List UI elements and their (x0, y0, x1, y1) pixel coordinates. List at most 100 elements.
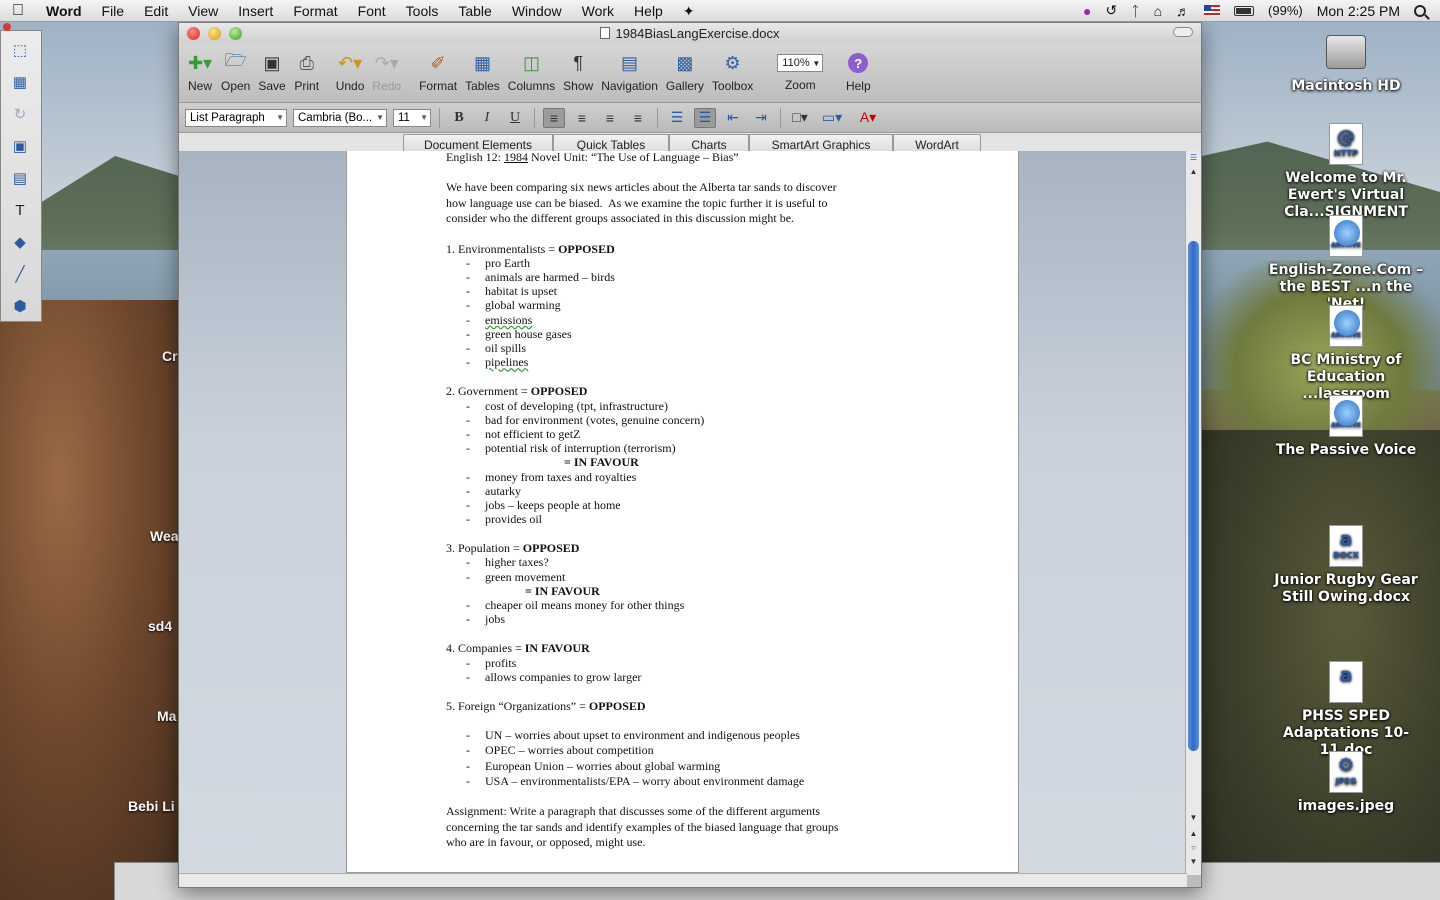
wifi-icon[interactable]: ⌂ (1154, 3, 1162, 19)
list-item: - UN – worries about upset to environment… (466, 728, 800, 743)
align-right-icon[interactable]: ≡ (599, 108, 621, 128)
desktop-icon-passive-voice[interactable]: ARCHIVE The Passive Voice (1256, 394, 1436, 459)
window-close-button[interactable] (187, 26, 200, 40)
navigation-button[interactable]: ▤ Navigation (601, 49, 658, 94)
select-objects-icon[interactable]: ⬚ (7, 37, 33, 63)
undo-button[interactable]: ↶▾ Undo (336, 49, 365, 94)
word-document-window: 1984BiasLangExercise.docx ✚▾ New 🗁 Open ▣ S… (178, 22, 1202, 888)
cube-icon[interactable]: ⬢ (7, 293, 33, 319)
decrease-indent-icon[interactable]: ⇤ (722, 108, 744, 128)
columns-button[interactable]: ◫ Columns (508, 49, 555, 94)
assignment-paragraph: Assignment: Write a paragraph that discu… (446, 804, 839, 850)
grid-icon[interactable]: ▦ (7, 69, 33, 95)
bluetooth-icon[interactable]: ᛏ (1131, 3, 1139, 19)
script-menu-icon[interactable]: ✦ (673, 0, 705, 22)
menu-format[interactable]: Format (283, 0, 347, 22)
input-flag-icon[interactable] (1204, 5, 1221, 16)
line-icon[interactable]: ╱ (7, 261, 33, 287)
font-size-select[interactable]: 11 ▼ (393, 108, 431, 127)
browse-object-icon[interactable]: ○ (1188, 843, 1199, 852)
show-formatting-button[interactable]: ¶ Show (563, 49, 593, 94)
menu-work[interactable]: Work (572, 0, 624, 22)
window-zoom-button[interactable] (229, 26, 242, 40)
font-select[interactable]: Cambria (Bo... ▼ (293, 108, 387, 127)
photo-browser-icon[interactable]: ▤ (7, 165, 33, 191)
list-item: - European Union – worries about global w… (466, 758, 721, 773)
desktop-icon-phss-sped[interactable]: a PHSS SPED Adaptations 10-11.doc (1256, 660, 1436, 759)
open-button[interactable]: 🗁 Open (221, 49, 250, 93)
bold-button[interactable]: B (448, 108, 470, 128)
tables-button[interactable]: ▦ Tables (465, 49, 500, 94)
menu-table[interactable]: Table (448, 0, 501, 22)
scroll-up-icon[interactable]: ▲ (1188, 167, 1199, 176)
menu-help[interactable]: Help (624, 0, 673, 22)
zoom-select[interactable]: 110% ▼ (777, 54, 824, 72)
align-left-icon[interactable]: ≡ (543, 107, 565, 128)
next-page-icon[interactable]: ▼ (1188, 857, 1199, 866)
help-button[interactable]: ? Help (845, 49, 871, 93)
toolbar-toggle-button[interactable] (1173, 27, 1193, 37)
increase-indent-icon[interactable]: ⇥ (750, 108, 772, 128)
menu-view[interactable]: View (178, 0, 228, 22)
apple-menu-icon[interactable]:  (0, 2, 36, 20)
list-item: - jobs – keeps people at home (466, 497, 621, 512)
window-minimize-button[interactable] (208, 26, 221, 40)
menu-window[interactable]: Window (502, 0, 572, 22)
menu-font[interactable]: Font (348, 0, 396, 22)
print-button[interactable]: ⎙ Print (294, 49, 320, 94)
bulleted-list-icon[interactable]: ☰ (694, 107, 716, 128)
menu-app-word[interactable]: Word (36, 0, 92, 22)
format-button[interactable]: ✐ Format (419, 49, 457, 94)
redo-button[interactable]: ↷▾ Redo (372, 49, 401, 94)
document-page[interactable]: English 12: 1984 Novel Unit: “The Use of… (346, 151, 1019, 873)
desktop-icon-bc-ministry[interactable]: ARCHIVE BC Ministry of Education ...lass… (1256, 304, 1436, 403)
align-center-icon[interactable]: ≡ (571, 108, 593, 128)
scroll-down-icon[interactable]: ▼ (1188, 813, 1199, 822)
palette-close-icon[interactable] (3, 23, 11, 31)
menu-edit[interactable]: Edit (134, 0, 178, 22)
scroll-thumb[interactable] (1188, 241, 1199, 751)
gallery-button[interactable]: ▩ Gallery (666, 49, 704, 94)
drawing-toolbox-palette: ⬚ ▦ ↻ ▣ ▤ T ◆ ╱ ⬢ (0, 23, 42, 322)
document-icon (600, 26, 611, 39)
save-button[interactable]: ▣ Save (258, 49, 285, 94)
text-box-icon[interactable]: T (7, 197, 33, 223)
split-view-icon[interactable]: ☰ (1188, 153, 1199, 162)
style-select[interactable]: List Paragraph ▼ (185, 108, 287, 127)
highlight-icon[interactable]: ▭▾ (817, 108, 847, 128)
underline-button[interactable]: U (504, 108, 526, 128)
time-machine-icon[interactable]: ↺ (1105, 2, 1117, 19)
navigation-pane-icon: ▤ (621, 52, 639, 73)
volume-icon[interactable]: ♬ (1176, 3, 1190, 19)
new-button[interactable]: ✚▾ New (187, 49, 213, 94)
table-grid-icon: ▦ (473, 52, 491, 73)
desktop-icon-english-zone[interactable]: ARCHIVE English-Zone.Com – the BEST ...n… (1256, 214, 1436, 313)
menu-file[interactable]: File (92, 0, 135, 22)
toolbox-button[interactable]: ⚙ Toolbox (712, 49, 753, 94)
vertical-scrollbar[interactable]: ☰ ▲ ▼ ▲ ○ ▼ (1185, 151, 1201, 875)
borders-icon[interactable]: □▾ (789, 108, 811, 128)
horizontal-scrollbar[interactable] (179, 873, 1187, 887)
help-icon: ? (848, 53, 869, 73)
desktop-icon-junior-rugby[interactable]: a DOCX Junior Rugby Gear Still Owing.docx (1256, 524, 1436, 606)
battery-icon[interactable] (1234, 5, 1255, 16)
desktop-icon-images-jpeg[interactable]: ⚙ JPEG images.jpeg (1256, 750, 1436, 815)
picture-icon[interactable]: ▣ (7, 133, 33, 159)
window-titlebar[interactable]: 1984BiasLangExercise.docx (179, 23, 1201, 43)
spotlight-search-icon[interactable] (1414, 4, 1426, 17)
behind-label-5: Bebi Li (128, 798, 175, 814)
italic-button[interactable]: I (476, 108, 498, 128)
spotlight-app-icon[interactable]: ● (1083, 3, 1091, 19)
menu-tools[interactable]: Tools (396, 0, 449, 22)
desktop-icon-welcome-link[interactable]: @ HTTP Welcome to Mr. Ewert's Virtual Cla… (1256, 122, 1436, 221)
menubar-clock[interactable]: Mon 2:25 PM (1317, 3, 1400, 19)
desktop-icon-macintosh-hd[interactable]: Macintosh HD (1256, 30, 1436, 95)
previous-page-icon[interactable]: ▲ (1188, 829, 1199, 838)
shapes-icon[interactable]: ◆ (7, 229, 33, 255)
docx-file-icon: a DOCX (1329, 525, 1363, 567)
menu-insert[interactable]: Insert (228, 0, 283, 22)
numbered-list-icon[interactable]: ☰ (666, 108, 688, 128)
justify-icon[interactable]: ≡ (627, 108, 649, 128)
rotate-icon[interactable]: ↻ (7, 101, 33, 127)
font-color-icon[interactable]: A▾ (853, 108, 883, 128)
